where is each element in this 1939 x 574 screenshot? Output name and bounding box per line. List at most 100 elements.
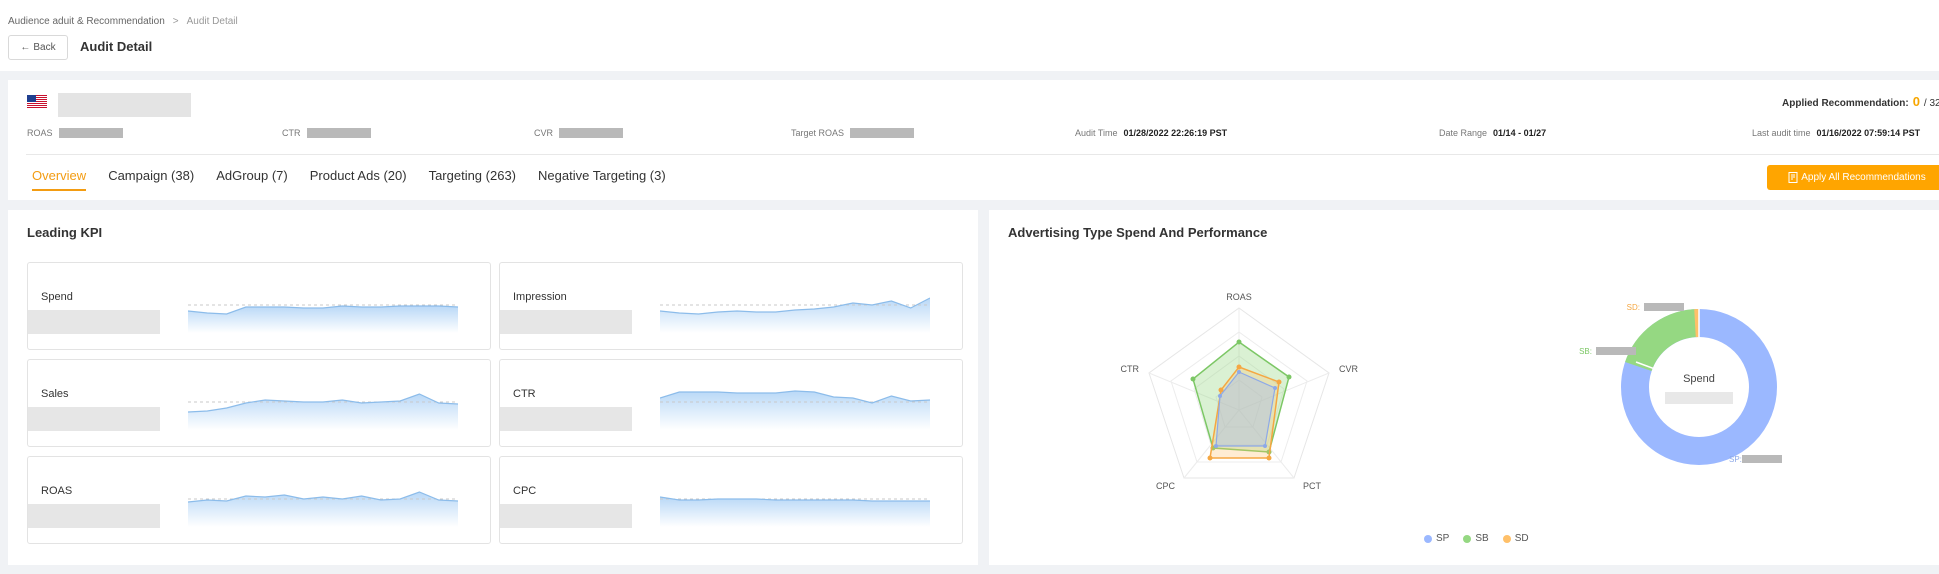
breadcrumb-parent[interactable]: Audience aduit & Recommendation	[8, 16, 165, 27]
donut-label-sb: SB:	[1579, 347, 1592, 356]
kpi-value-redacted	[28, 504, 160, 528]
metric-roas-label: ROAS	[27, 128, 53, 138]
kpi-value-redacted	[500, 504, 632, 528]
apply-all-label: Apply All Recommendations	[1801, 172, 1926, 183]
legend-label: SD	[1514, 533, 1529, 544]
audit-header-card: Applied Recommendation: 0 / 32 ROAS CTR …	[8, 80, 1939, 200]
donut-label-sb-redacted	[1596, 347, 1636, 355]
kpi-sparkline	[660, 390, 930, 430]
metric-date-range: Date Range 01/14 - 01/27	[1439, 128, 1546, 138]
breadcrumb-current: Audit Detail	[186, 16, 238, 27]
metric-cvr: CVR	[534, 128, 624, 138]
kpi-sparkline	[660, 496, 930, 527]
metric-audit-time: Audit Time 01/28/2022 22:26:19 PST	[1075, 128, 1227, 138]
kpi-value-redacted	[500, 407, 632, 431]
kpi-card-impression[interactable]: Impression	[499, 262, 963, 350]
audit-time-label: Audit Time	[1075, 128, 1118, 138]
page-title: Audit Detail	[80, 39, 153, 54]
spend-donut-chart: Spend SD: SB: SP:	[1579, 303, 1782, 465]
metric-cvr-label: CVR	[534, 128, 554, 138]
back-button-label: Back	[33, 42, 56, 53]
last-audit-value: 01/16/2022 07:59:14 PST	[1816, 128, 1921, 138]
kpi-value-redacted	[500, 310, 632, 334]
metric-target-roas-redacted	[850, 128, 915, 138]
header-divider	[26, 154, 1939, 155]
metric-last-audit: Last audit time 01/16/2022 07:59:14 PST	[1752, 128, 1920, 138]
metric-target-roas-label: Target ROAS	[791, 128, 845, 138]
legend-item-sd[interactable]: SD	[1502, 533, 1529, 544]
sparkline-area	[188, 306, 458, 333]
radar-axis-label: CPC	[1156, 481, 1176, 491]
kpi-label: ROAS	[41, 485, 73, 497]
donut-label-sp-redacted	[1742, 455, 1782, 463]
leading-kpi-panel: Leading KPI Spend Impression Sales CTR R…	[8, 210, 978, 565]
chart-legend: SP SB SD	[1424, 533, 1529, 544]
applied-total: / 32	[1923, 98, 1939, 109]
kpi-card-ctr[interactable]: CTR	[499, 359, 963, 447]
kpi-label: CTR	[513, 388, 536, 400]
ad-type-title: Advertising Type Spend And Performance	[1008, 225, 1268, 240]
donut-center-value-redacted	[1665, 392, 1733, 404]
metric-ctr-label: CTR	[282, 128, 301, 138]
tab-targeting[interactable]: Targeting (263)	[429, 168, 516, 191]
legend-dot	[1502, 534, 1511, 543]
apply-all-recommendations-button[interactable]: Apply All Recommendations	[1767, 165, 1939, 190]
tab-product-ads[interactable]: Product Ads (20)	[310, 168, 407, 191]
tab-bar: Overview Campaign (38) AdGroup (7) Produ…	[32, 168, 688, 191]
tab-campaign[interactable]: Campaign (38)	[108, 168, 194, 191]
kpi-value-redacted	[28, 407, 160, 431]
sparkline-area	[188, 394, 458, 430]
date-range-value: 01/14 - 01/27	[1493, 128, 1547, 138]
legend-item-sp[interactable]: SP	[1424, 533, 1449, 544]
metric-roas: ROAS	[27, 128, 123, 138]
legend-item-sb[interactable]: SB	[1463, 533, 1489, 544]
kpi-card-roas[interactable]: ROAS	[27, 456, 491, 544]
kpi-card-cpc[interactable]: CPC	[499, 456, 963, 544]
kpi-card-sales[interactable]: Sales	[27, 359, 491, 447]
date-range-label: Date Range	[1439, 128, 1488, 138]
sparkline-area	[660, 298, 930, 333]
back-button[interactable]: ← Back	[8, 35, 68, 60]
account-name-redacted	[58, 93, 191, 117]
applied-label: Applied Recommendation:	[1782, 98, 1909, 109]
metric-cvr-redacted	[559, 128, 624, 138]
kpi-label: CPC	[513, 485, 537, 497]
kpi-sparkline	[188, 393, 458, 430]
arrow-left-icon: ←	[20, 42, 31, 53]
kpi-card-spend[interactable]: Spend	[27, 262, 491, 350]
top-bar: Audience aduit & Recommendation > Audit …	[0, 0, 1939, 71]
legend-label: SB	[1475, 533, 1489, 544]
applied-recommendation: Applied Recommendation: 0 / 32	[1782, 94, 1939, 109]
tab-negative-targeting[interactable]: Negative Targeting (3)	[538, 168, 666, 191]
donut-label-sd: SD:	[1627, 303, 1640, 312]
donut-label-sd-redacted	[1644, 303, 1684, 311]
tab-adgroup[interactable]: AdGroup (7)	[216, 168, 288, 191]
metric-roas-redacted	[58, 128, 123, 138]
donut-label-sp: SP:	[1729, 455, 1742, 464]
last-audit-label: Last audit time	[1752, 128, 1811, 138]
radar-chart: ROAS CVR PCT CPC CTR	[1121, 292, 1359, 491]
audit-time-value: 01/28/2022 22:26:19 PST	[1123, 128, 1228, 138]
ad-type-panel: Advertising Type Spend And Performance R…	[989, 210, 1939, 565]
breadcrumb-separator: >	[172, 16, 179, 27]
metric-ctr-redacted	[306, 128, 371, 138]
radar-axis-label: ROAS	[1226, 292, 1252, 302]
kpi-label: Sales	[41, 388, 69, 400]
document-check-icon	[1788, 172, 1798, 183]
applied-count: 0	[1912, 94, 1920, 109]
tab-overview[interactable]: Overview	[32, 168, 87, 191]
us-flag-icon	[27, 95, 47, 108]
legend-dot	[1424, 534, 1432, 543]
radar-axis-label: CVR	[1339, 364, 1359, 374]
kpi-value-redacted	[28, 310, 160, 334]
legend-dot	[1463, 534, 1472, 543]
radar-axis-label: PCT	[1303, 481, 1322, 491]
leading-kpi-title: Leading KPI	[27, 225, 103, 240]
kpi-sparkline	[188, 304, 458, 333]
kpi-sparkline	[660, 297, 930, 333]
kpi-label: Spend	[41, 291, 73, 303]
kpi-sparkline	[188, 491, 458, 527]
kpi-label: Impression	[513, 291, 567, 303]
metric-target-roas: Target ROAS	[791, 128, 915, 138]
breadcrumb: Audience aduit & Recommendation > Audit …	[8, 16, 238, 27]
